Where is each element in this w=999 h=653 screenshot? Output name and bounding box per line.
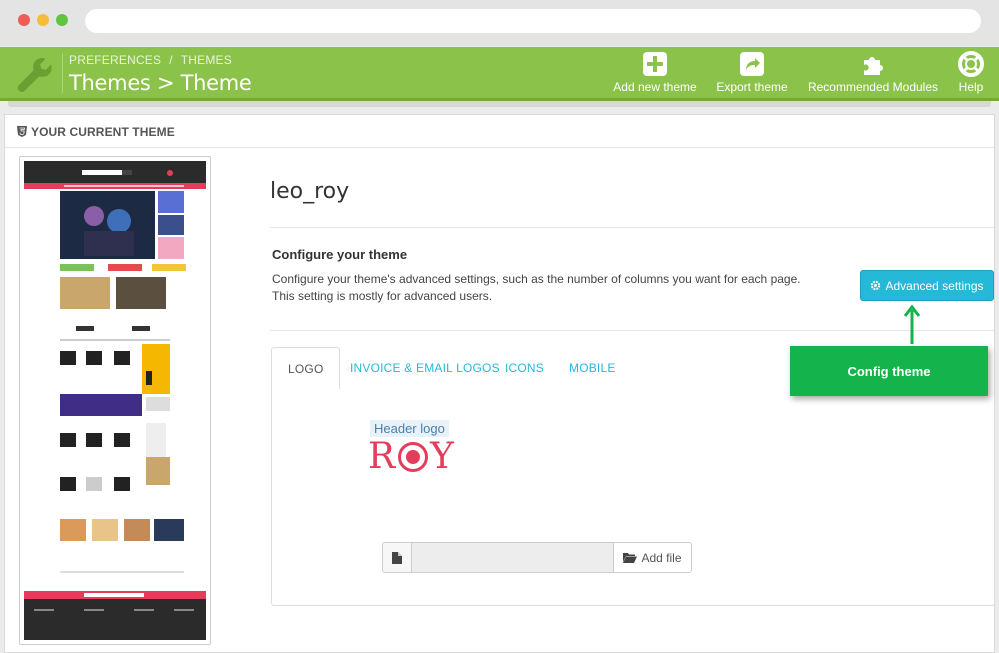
address-bar[interactable] bbox=[85, 9, 981, 33]
breadcrumb-themes[interactable]: THEMES bbox=[181, 53, 232, 67]
header-logo-image: RY bbox=[368, 435, 455, 477]
panel-heading: YOUR CURRENT THEME bbox=[5, 115, 994, 148]
annotation-arrow-icon bbox=[903, 304, 921, 344]
export-theme-button[interactable]: Export theme bbox=[713, 51, 791, 94]
toolbar-divider bbox=[62, 53, 63, 93]
tab-content-logo: Header logo RY Add file bbox=[271, 389, 995, 606]
tab-mobile[interactable]: MOBILE bbox=[553, 347, 632, 390]
add-new-theme-label: Add new theme bbox=[613, 80, 697, 94]
close-window-dot[interactable] bbox=[18, 14, 30, 26]
logo-letter-y: Y bbox=[430, 435, 455, 477]
configure-description-line-1: Configure your theme's advanced settings… bbox=[272, 272, 801, 286]
puzzle-icon bbox=[864, 57, 883, 75]
advanced-settings-button[interactable]: Advanced settings bbox=[860, 270, 994, 301]
html5-icon bbox=[17, 126, 27, 137]
panel-heading-text: YOUR CURRENT THEME bbox=[31, 125, 175, 139]
share-icon bbox=[740, 52, 764, 76]
breadcrumb-preferences[interactable]: PREFERENCES bbox=[69, 53, 161, 67]
configure-description-line-2: This setting is mostly for advanced user… bbox=[272, 289, 493, 303]
tab-icons[interactable]: ICONS bbox=[489, 347, 560, 390]
lifebuoy-icon bbox=[958, 51, 984, 77]
export-theme-label: Export theme bbox=[716, 80, 788, 94]
config-theme-callout: Config theme bbox=[790, 346, 988, 396]
logo-letter-r: R bbox=[368, 435, 397, 477]
configure-theme-description: Configure your theme's advanced settings… bbox=[272, 271, 842, 305]
logo-letter-o bbox=[398, 442, 429, 472]
minimize-window-dot[interactable] bbox=[37, 14, 49, 26]
wrench-icon bbox=[17, 58, 52, 92]
tab-logo[interactable]: LOGO bbox=[271, 347, 341, 390]
recommended-modules-button[interactable]: Recommended Modules bbox=[803, 51, 943, 94]
file-icon bbox=[383, 543, 412, 572]
toolbar-shadow-bar bbox=[8, 101, 991, 107]
configure-theme-title: Configure your theme bbox=[272, 247, 408, 262]
recommended-modules-label: Recommended Modules bbox=[807, 80, 939, 94]
maximize-window-dot[interactable] bbox=[56, 14, 68, 26]
help-label: Help bbox=[958, 80, 984, 94]
page-title: Themes > Theme bbox=[69, 71, 252, 95]
theme-preview-image bbox=[24, 161, 206, 640]
add-file-label: Add file bbox=[641, 550, 682, 565]
theme-preview-thumbnail[interactable] bbox=[19, 156, 211, 645]
page-header-toolbar: PREFERENCES / THEMES Themes > Theme Add ne… bbox=[0, 47, 999, 101]
advanced-settings-label: Advanced settings bbox=[885, 278, 984, 293]
gear-icon bbox=[871, 280, 881, 291]
help-button[interactable]: Help bbox=[952, 51, 990, 94]
add-new-theme-button[interactable]: Add new theme bbox=[610, 51, 700, 94]
add-file-button[interactable]: Add file bbox=[614, 543, 691, 572]
divider bbox=[270, 330, 994, 331]
breadcrumb-separator: / bbox=[169, 53, 173, 67]
browser-chrome bbox=[0, 0, 999, 46]
breadcrumb: PREFERENCES / THEMES bbox=[69, 53, 232, 67]
theme-name: leo_roy bbox=[270, 179, 350, 204]
folder-open-icon bbox=[623, 553, 638, 563]
logo-file-upload: Add file bbox=[382, 542, 692, 573]
plus-square-icon bbox=[643, 52, 667, 76]
file-name-field[interactable] bbox=[412, 543, 614, 572]
theme-screenshot-drawing bbox=[24, 161, 206, 640]
divider bbox=[270, 227, 994, 228]
